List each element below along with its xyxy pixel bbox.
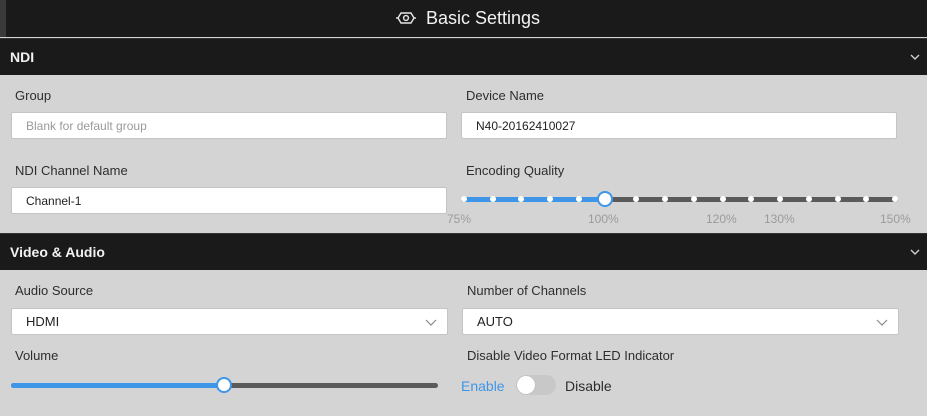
chevron-down-icon[interactable] (909, 246, 921, 258)
group-label: Group (15, 88, 52, 103)
tick-label-120: 120% (706, 212, 737, 226)
group-input[interactable]: Blank for default group (11, 112, 447, 139)
chevron-down-icon (425, 319, 437, 326)
led-indicator-toggle[interactable] (516, 375, 556, 395)
volume-label: Volume (15, 348, 59, 363)
title-bar: Basic Settings (0, 0, 927, 37)
led-indicator-label: Disable Video Format LED Indicator (467, 348, 675, 363)
slider-tick (690, 196, 697, 202)
section-header-video-audio[interactable]: Video & Audio (0, 233, 927, 270)
slider-tick (719, 196, 726, 202)
num-channels-label: Number of Channels (467, 283, 587, 298)
volume-track-fill (11, 383, 224, 388)
section-title-ndi: NDI (10, 49, 35, 65)
window-edge (0, 0, 6, 37)
encoding-quality-label: Encoding Quality (466, 163, 565, 178)
section-header-ndi[interactable]: NDI (0, 38, 927, 75)
slider-tick (834, 196, 841, 202)
toggle-knob (517, 376, 535, 394)
slider-tick (805, 196, 812, 202)
device-name-label: Device Name (466, 88, 545, 103)
tick-label-150: 150% (880, 212, 911, 226)
section-title-video-audio: Video & Audio (10, 244, 105, 260)
num-channels-value: AUTO (477, 314, 513, 329)
audio-source-value: HDMI (26, 314, 60, 329)
slider-tick (575, 196, 582, 202)
encoding-track-fill (461, 197, 606, 202)
tick-label-75: 75% (447, 212, 472, 226)
slider-tick (489, 196, 496, 202)
chevron-down-icon (876, 319, 888, 326)
settings-gear-icon (396, 12, 416, 24)
channel-name-label: NDI Channel Name (15, 163, 128, 178)
audio-source-label: Audio Source (15, 283, 94, 298)
device-name-input[interactable]: N40-20162410027 (461, 112, 897, 139)
num-channels-select[interactable]: AUTO (462, 308, 899, 335)
audio-source-select[interactable]: HDMI (11, 308, 448, 335)
enable-option-label[interactable]: Enable (461, 378, 505, 394)
chevron-down-icon[interactable] (909, 51, 921, 63)
slider-tick (461, 196, 467, 202)
channel-name-input[interactable]: Channel-1 (11, 187, 447, 214)
encoding-slider-handle[interactable] (597, 191, 613, 207)
disable-option-label[interactable]: Disable (565, 378, 612, 394)
page-title: Basic Settings (426, 7, 541, 28)
tick-label-130: 130% (764, 212, 795, 226)
volume-slider-handle[interactable] (216, 377, 232, 393)
slider-tick (892, 196, 898, 202)
tick-label-100: 100% (588, 212, 619, 226)
title-group: Basic Settings (396, 6, 540, 30)
